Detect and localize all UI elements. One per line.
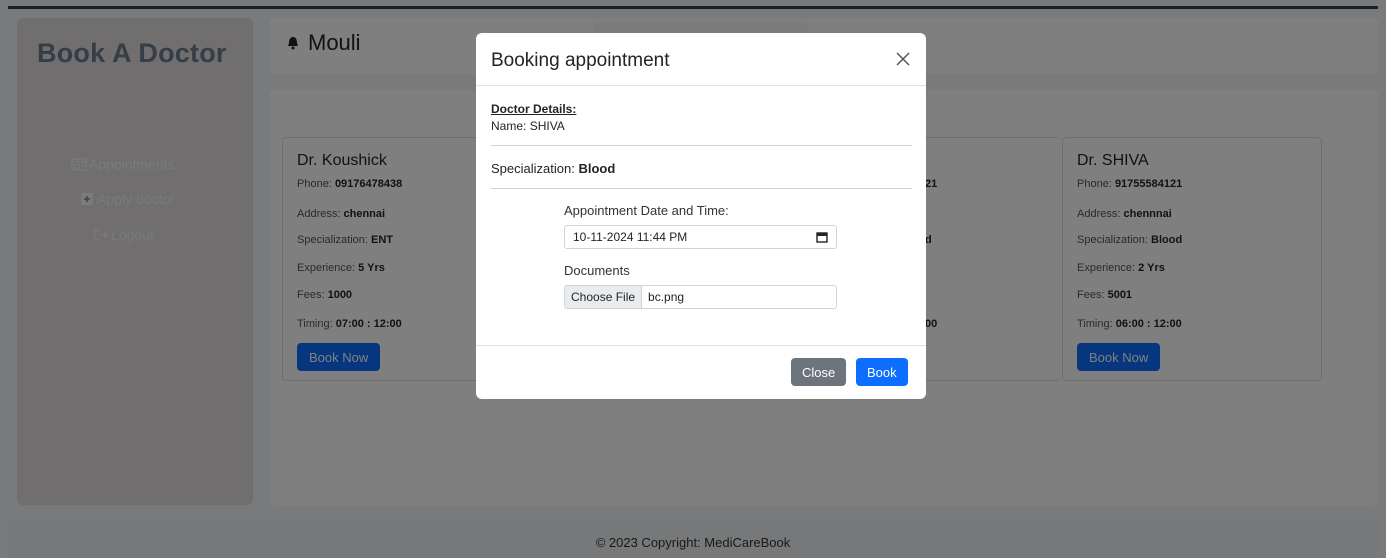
calendar-icon[interactable] <box>816 231 828 243</box>
documents-label: Documents <box>564 263 630 278</box>
modal-close-button[interactable] <box>892 48 914 70</box>
divider <box>491 145 912 146</box>
book-button[interactable]: Book <box>856 358 908 386</box>
datetime-input[interactable]: 10-11-2024 11:44 PM <box>564 225 837 249</box>
choose-file-button[interactable]: Choose File <box>565 286 643 308</box>
divider <box>491 188 912 189</box>
selected-file-name: bc.png <box>648 290 685 304</box>
booking-modal: Booking appointment Doctor Details: Name… <box>476 33 926 399</box>
close-icon <box>896 52 910 66</box>
doctor-details-heading: Doctor Details: <box>491 102 577 116</box>
modal-title: Booking appointment <box>491 50 670 71</box>
documents-file-input[interactable]: Choose File bc.png <box>564 285 837 309</box>
modal-header: Booking appointment <box>476 33 926 86</box>
doctor-name-line: Name: SHIVA <box>491 119 565 133</box>
doctor-specialization-line: Specialization: Blood <box>491 161 616 176</box>
modal-footer: Close Book <box>476 345 926 399</box>
datetime-label: Appointment Date and Time: <box>564 203 729 218</box>
close-button[interactable]: Close <box>791 358 847 386</box>
datetime-value: 10-11-2024 11:44 PM <box>573 230 688 244</box>
